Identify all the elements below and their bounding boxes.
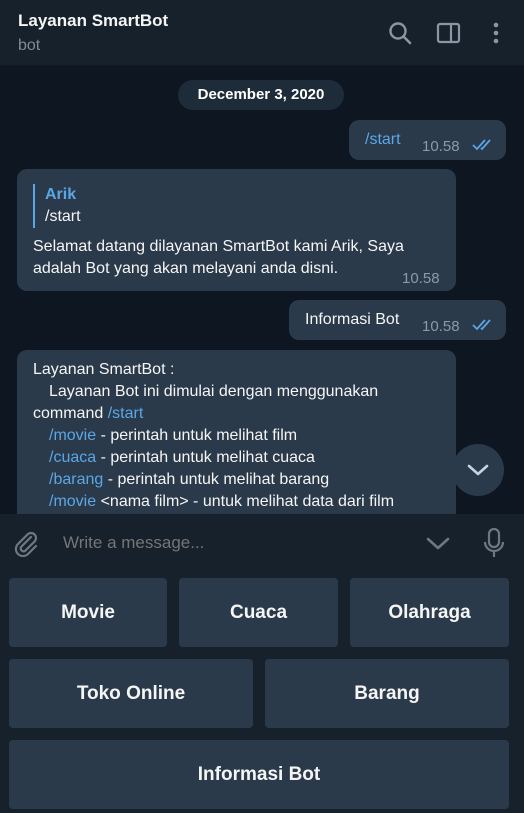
chat-header: Layanan SmartBot bot (0, 0, 524, 66)
reply-quote[interactable]: Arik /start (33, 184, 440, 228)
command-link[interactable]: /barang (49, 471, 103, 488)
read-checks-icon (472, 319, 491, 331)
message-line-text: command (33, 405, 108, 422)
keyboard-button-movie[interactable]: Movie (9, 578, 167, 647)
command-desc: - perintah untuk melihat barang (103, 471, 330, 488)
message-incoming[interactable]: Layanan SmartBot : Layanan Bot ini dimul… (17, 350, 456, 514)
scroll-to-bottom-button[interactable] (452, 444, 504, 496)
message-composer (0, 514, 524, 572)
command-row: /movie <nama film> - untuk melihat data … (33, 491, 440, 513)
reply-text: /start (45, 208, 81, 225)
command-desc: - perintah untuk melihat film (96, 427, 298, 444)
microphone-icon[interactable] (482, 527, 506, 559)
message-time: 10.58 (422, 318, 460, 335)
message-text[interactable]: /start (365, 129, 401, 151)
message-line: command /start (33, 403, 440, 425)
search-icon[interactable] (387, 20, 413, 46)
date-separator: December 3, 2020 (178, 80, 344, 110)
keyboard-button-barang[interactable]: Barang (265, 659, 509, 728)
command-desc: - perintah untuk melihat cuaca (96, 449, 315, 466)
command-desc: <nama film> - untuk melihat data dari fi… (96, 493, 395, 510)
message-line: Layanan SmartBot : (33, 361, 175, 378)
read-checks-icon (472, 139, 491, 151)
message-outgoing[interactable]: /start 10.58 (349, 120, 506, 160)
command-row: /movie - perintah untuk melihat film (33, 425, 440, 447)
keyboard-button-olahraga[interactable]: Olahraga (350, 578, 509, 647)
more-vertical-icon[interactable] (483, 20, 509, 46)
message-text: Selamat datang dilayanan SmartBot kami A… (33, 238, 404, 277)
message-incoming[interactable]: Arik /start Selamat datang dilayanan Sma… (17, 169, 456, 291)
message-outgoing[interactable]: Informasi Bot 10.58 (289, 300, 506, 340)
command-link[interactable]: /start (108, 405, 144, 422)
command-link[interactable]: /movie (49, 427, 96, 444)
command-row: /barang - perintah untuk melihat barang (33, 469, 440, 491)
message-time: 10.58 (402, 270, 440, 287)
sidebar-toggle-icon[interactable] (436, 20, 462, 46)
keyboard-button-cuaca[interactable]: Cuaca (179, 578, 338, 647)
chevron-down-icon[interactable] (425, 532, 451, 554)
command-link[interactable]: /movie (49, 493, 96, 510)
message-line: Layanan Bot ini dimulai dengan menggunak… (49, 383, 379, 400)
message-input[interactable] (63, 532, 403, 554)
message-time: 10.58 (422, 138, 460, 155)
attach-icon[interactable] (12, 529, 40, 557)
command-link[interactable]: /cuaca (49, 449, 96, 466)
chat-title[interactable]: Layanan SmartBot (18, 11, 168, 31)
bot-keyboard: Movie Cuaca Olahraga Toko Online Barang … (0, 572, 524, 813)
chevron-down-icon (467, 464, 489, 476)
command-row: /cuaca - perintah untuk melihat cuaca (33, 447, 440, 469)
message-text: Informasi Bot (305, 311, 400, 328)
keyboard-button-toko-online[interactable]: Toko Online (9, 659, 253, 728)
reply-sender-name: Arik (45, 186, 77, 203)
chat-subtitle: bot (18, 37, 41, 54)
keyboard-button-informasi-bot[interactable]: Informasi Bot (9, 740, 509, 809)
message-list[interactable]: December 3, 2020 /start 10.58 Arik /star… (0, 66, 524, 514)
